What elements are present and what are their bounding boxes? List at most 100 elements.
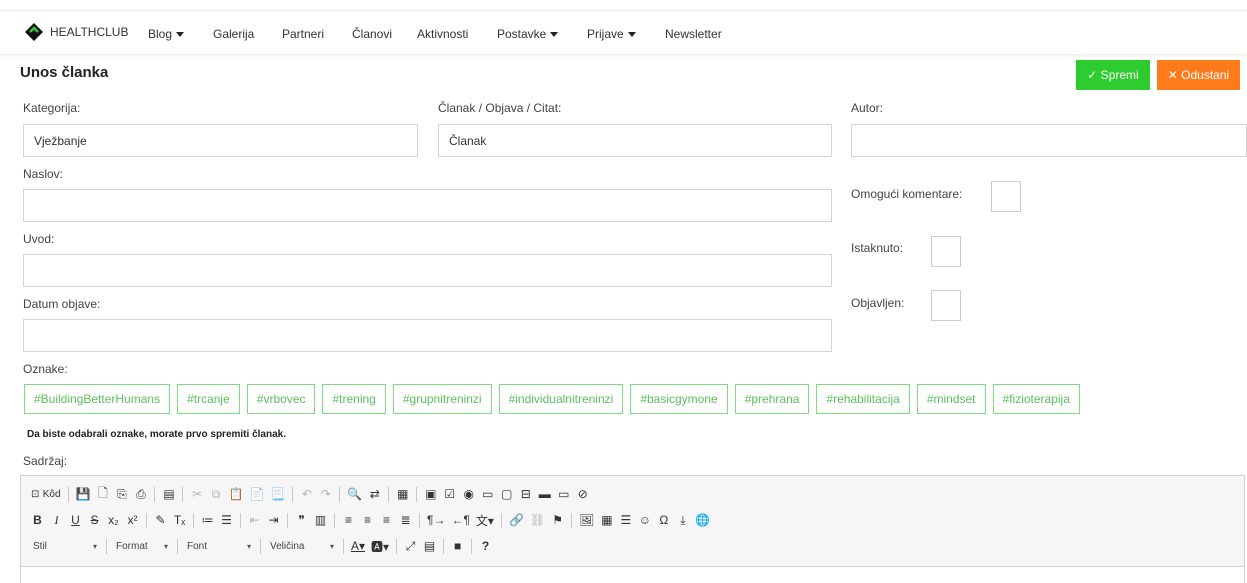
kategorija-field[interactable]: Vježbanje — [23, 124, 418, 157]
format-combo[interactable]: Format ▾ — [112, 537, 172, 555]
paste-icon[interactable]: 📋 — [226, 485, 245, 503]
hidden-field-icon[interactable]: ⊘ — [574, 485, 591, 503]
autor-label: Autor: — [851, 101, 884, 115]
tag-button[interactable]: #prehrana — [734, 384, 810, 414]
outdent-icon[interactable]: ⇤ — [246, 511, 263, 529]
paste-text-icon[interactable]: 📄 — [247, 485, 266, 503]
redo-icon[interactable]: ↷ — [317, 485, 334, 503]
save-icon[interactable]: 💾 — [74, 485, 93, 503]
size-combo[interactable]: Veličina ▾ — [266, 537, 338, 555]
iframe-icon[interactable]: 🌐 — [693, 511, 712, 529]
align-justify-icon[interactable]: ≣ — [397, 511, 414, 529]
vrsta-field[interactable]: Članak — [438, 124, 832, 157]
image-icon[interactable]: 🖼 — [577, 511, 596, 529]
show-blocks-icon[interactable]: ▤ — [421, 537, 438, 555]
editor-content-area[interactable] — [21, 566, 1244, 583]
unlink-icon[interactable]: ⛓ — [528, 511, 547, 529]
templates-icon[interactable]: ▤ — [160, 485, 177, 503]
new-page-icon[interactable]: 🗋 — [94, 485, 111, 503]
print-icon[interactable]: ⎙ — [132, 485, 149, 503]
tag-button[interactable]: #individualnitreninzi — [498, 384, 624, 414]
radio-icon[interactable]: ◉ — [460, 485, 477, 503]
copy-format-icon[interactable]: ✎ — [152, 511, 169, 529]
tag-button[interactable]: #fizioterapija — [992, 384, 1080, 414]
chevron-down-icon: ▾ — [92, 541, 97, 551]
subscript-icon[interactable]: x₂ — [105, 511, 122, 529]
background-color-icon[interactable]: 🅰▾ — [369, 537, 391, 555]
tag-button[interactable]: #grupnitreninzi — [392, 384, 492, 414]
select-icon[interactable]: ⊟ — [517, 485, 534, 503]
maximize-icon[interactable]: ⤢ — [402, 537, 419, 555]
tag-button[interactable]: #rehabilitacija — [816, 384, 910, 414]
cut-icon[interactable]: ✂ — [188, 485, 205, 503]
blockquote-icon[interactable]: ❞ — [293, 511, 310, 529]
objavljen-checkbox[interactable] — [931, 290, 961, 321]
textfield-icon[interactable]: ▭ — [479, 485, 496, 503]
italic-icon[interactable]: I — [48, 511, 65, 529]
autor-field[interactable] — [851, 124, 1247, 157]
cancel-button[interactable]: ✕ Odustani — [1157, 60, 1240, 90]
undo-icon[interactable]: ↶ — [298, 485, 315, 503]
widget-icon[interactable]: ■ — [449, 537, 466, 555]
language-icon[interactable]: 文▾ — [474, 511, 496, 529]
tag-button[interactable]: #BuildingBetterHumans — [24, 384, 171, 414]
rtl-icon[interactable]: ←¶ — [449, 511, 471, 529]
bold-icon[interactable]: B — [29, 511, 46, 529]
tag-button[interactable]: #mindset — [916, 384, 986, 414]
select-all-icon[interactable]: ▦ — [394, 485, 411, 503]
source-button[interactable]: ⊡ Kôd — [29, 485, 63, 503]
komentari-checkbox[interactable] — [991, 181, 1021, 212]
align-center-icon[interactable]: ≡ — [359, 511, 376, 529]
naslov-field[interactable] — [23, 189, 832, 222]
checkbox-icon[interactable]: ☑ — [441, 485, 458, 503]
style-combo[interactable]: Stil ▾ — [29, 537, 101, 555]
brand-link[interactable]: HEALTHCLUB — [24, 22, 128, 42]
nav-aktivnosti[interactable]: Aktivnosti — [417, 27, 468, 41]
underline-icon[interactable]: U — [67, 511, 84, 529]
nav-clanovi[interactable]: Članovi — [352, 27, 392, 41]
datum-field[interactable] — [23, 319, 832, 352]
tag-button[interactable]: #vrbovec — [246, 384, 316, 414]
nav-galerija[interactable]: Galerija — [213, 27, 254, 41]
help-icon[interactable]: ? — [477, 537, 494, 555]
table-icon[interactable]: ▦ — [598, 511, 615, 529]
find-icon[interactable]: 🔍 — [345, 485, 364, 503]
paste-word-icon[interactable]: 📃 — [268, 485, 287, 503]
anchor-icon[interactable]: ⚑ — [549, 511, 566, 529]
page-break-icon[interactable]: ⤓ — [674, 511, 691, 529]
align-left-icon[interactable]: ≡ — [340, 511, 357, 529]
form-icon[interactable]: ▣ — [422, 485, 439, 503]
uvod-field[interactable] — [23, 254, 832, 287]
istaknuto-checkbox[interactable] — [931, 236, 961, 267]
nav-newsletter[interactable]: Newsletter — [665, 27, 722, 41]
smiley-icon[interactable]: ☺ — [636, 511, 653, 529]
image-button-icon[interactable]: ▭ — [555, 485, 572, 503]
remove-format-icon[interactable]: Tₓ — [171, 511, 188, 529]
nav-partneri[interactable]: Partneri — [282, 27, 324, 41]
text-color-icon[interactable]: A▾ — [349, 537, 367, 555]
numbered-list-icon[interactable]: ≔ — [199, 511, 216, 529]
superscript-icon[interactable]: x² — [124, 511, 141, 529]
link-icon[interactable]: 🔗 — [507, 511, 526, 529]
copy-icon[interactable]: ⧉ — [207, 485, 224, 503]
button-icon[interactable]: ▬ — [536, 485, 553, 503]
nav-blog[interactable]: Blog — [148, 27, 185, 41]
textarea-icon[interactable]: ▢ — [498, 485, 515, 503]
horizontal-line-icon[interactable]: ☰ — [617, 511, 634, 529]
align-right-icon[interactable]: ≡ — [378, 511, 395, 529]
ltr-icon[interactable]: ¶→ — [425, 511, 447, 529]
save-button[interactable]: ✓ Spremi — [1076, 60, 1150, 90]
special-char-icon[interactable]: Ω — [655, 511, 672, 529]
tag-button[interactable]: #basicgymone — [630, 384, 728, 414]
nav-prijave[interactable]: Prijave — [587, 27, 636, 41]
strikethrough-icon[interactable]: S — [86, 511, 103, 529]
tag-button[interactable]: #trcanje — [177, 384, 240, 414]
replace-icon[interactable]: ⇄ — [366, 485, 383, 503]
indent-icon[interactable]: ⇥ — [265, 511, 282, 529]
font-combo[interactable]: Font ▾ — [183, 537, 255, 555]
preview-icon[interactable]: ⎘ — [113, 485, 130, 503]
nav-postavke[interactable]: Postavke — [497, 27, 559, 41]
tag-button[interactable]: #trening — [322, 384, 386, 414]
div-container-icon[interactable]: ▥ — [312, 511, 329, 529]
bulleted-list-icon[interactable]: ☰ — [218, 511, 235, 529]
